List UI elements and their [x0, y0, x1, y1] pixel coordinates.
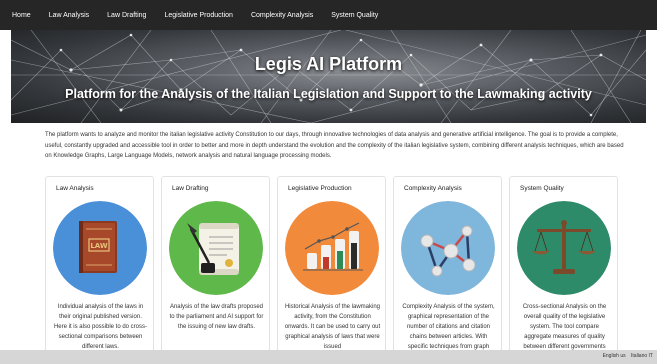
intro-paragraph: The platform wants to analyze and monito…	[45, 132, 624, 159]
card-law-analysis[interactable]: Law Analysis LAW Individual analysis of …	[45, 176, 154, 356]
card-complexity-analysis[interactable]: Complexity Analysis Complexity Analysis …	[393, 176, 502, 356]
nav-law-drafting[interactable]: Law Drafting	[107, 12, 146, 19]
card-law-drafting[interactable]: Law Drafting Analysis of the law drafts …	[161, 176, 270, 356]
card-description: Cross-sectional Analysis on the overall …	[522, 304, 607, 350]
svg-text:LAW: LAW	[90, 242, 108, 250]
card-title: Complexity Analysis	[404, 185, 462, 192]
card-legislative-production[interactable]: Legislative Production Historical Analys…	[277, 176, 386, 356]
language-switcher: English us Italiano IT	[599, 353, 653, 359]
hero-subtitle: Platform for the Analysis of the Italian…	[65, 87, 592, 101]
nav-legislative-production[interactable]: Legislative Production	[164, 12, 233, 19]
hero-banner: Legis AI Platform Platform for the Analy…	[11, 30, 646, 123]
language-italian-link[interactable]: Italiano IT	[631, 353, 653, 359]
nav-complexity-analysis[interactable]: Complexity Analysis	[251, 12, 313, 19]
card-title: Legislative Production	[288, 185, 352, 192]
scales-icon	[517, 201, 611, 295]
card-title: Law Analysis	[56, 185, 94, 192]
quill-document-icon	[169, 201, 263, 295]
card-description: Historical Analysis of the lawmaking act…	[284, 304, 381, 350]
network-graph-icon	[401, 201, 495, 295]
card-title: System Quality	[520, 185, 564, 192]
law-book-icon: LAW	[53, 201, 147, 295]
nav-home[interactable]: Home	[12, 12, 31, 19]
top-navbar: Home Law Analysis Law Drafting Legislati…	[0, 0, 657, 30]
card-system-quality[interactable]: System Quality Cross-sectional Analysis …	[509, 176, 618, 356]
card-description: Complexity Analysis of the system, graph…	[402, 304, 495, 350]
card-title: Law Drafting	[172, 185, 209, 192]
hero-title: Legis AI Platform	[254, 54, 403, 74]
bottom-bar: English us Italiano IT	[0, 350, 657, 364]
nav-law-analysis[interactable]: Law Analysis	[49, 12, 89, 19]
language-english-link[interactable]: English us	[603, 353, 626, 359]
bar-chart-icon	[285, 201, 379, 295]
network-background-graphic	[11, 30, 646, 123]
card-description: Individual analysis of the laws in their…	[53, 304, 148, 350]
nav-system-quality[interactable]: System Quality	[331, 12, 378, 19]
card-description: Analysis of the law drafts proposed to t…	[169, 304, 264, 330]
